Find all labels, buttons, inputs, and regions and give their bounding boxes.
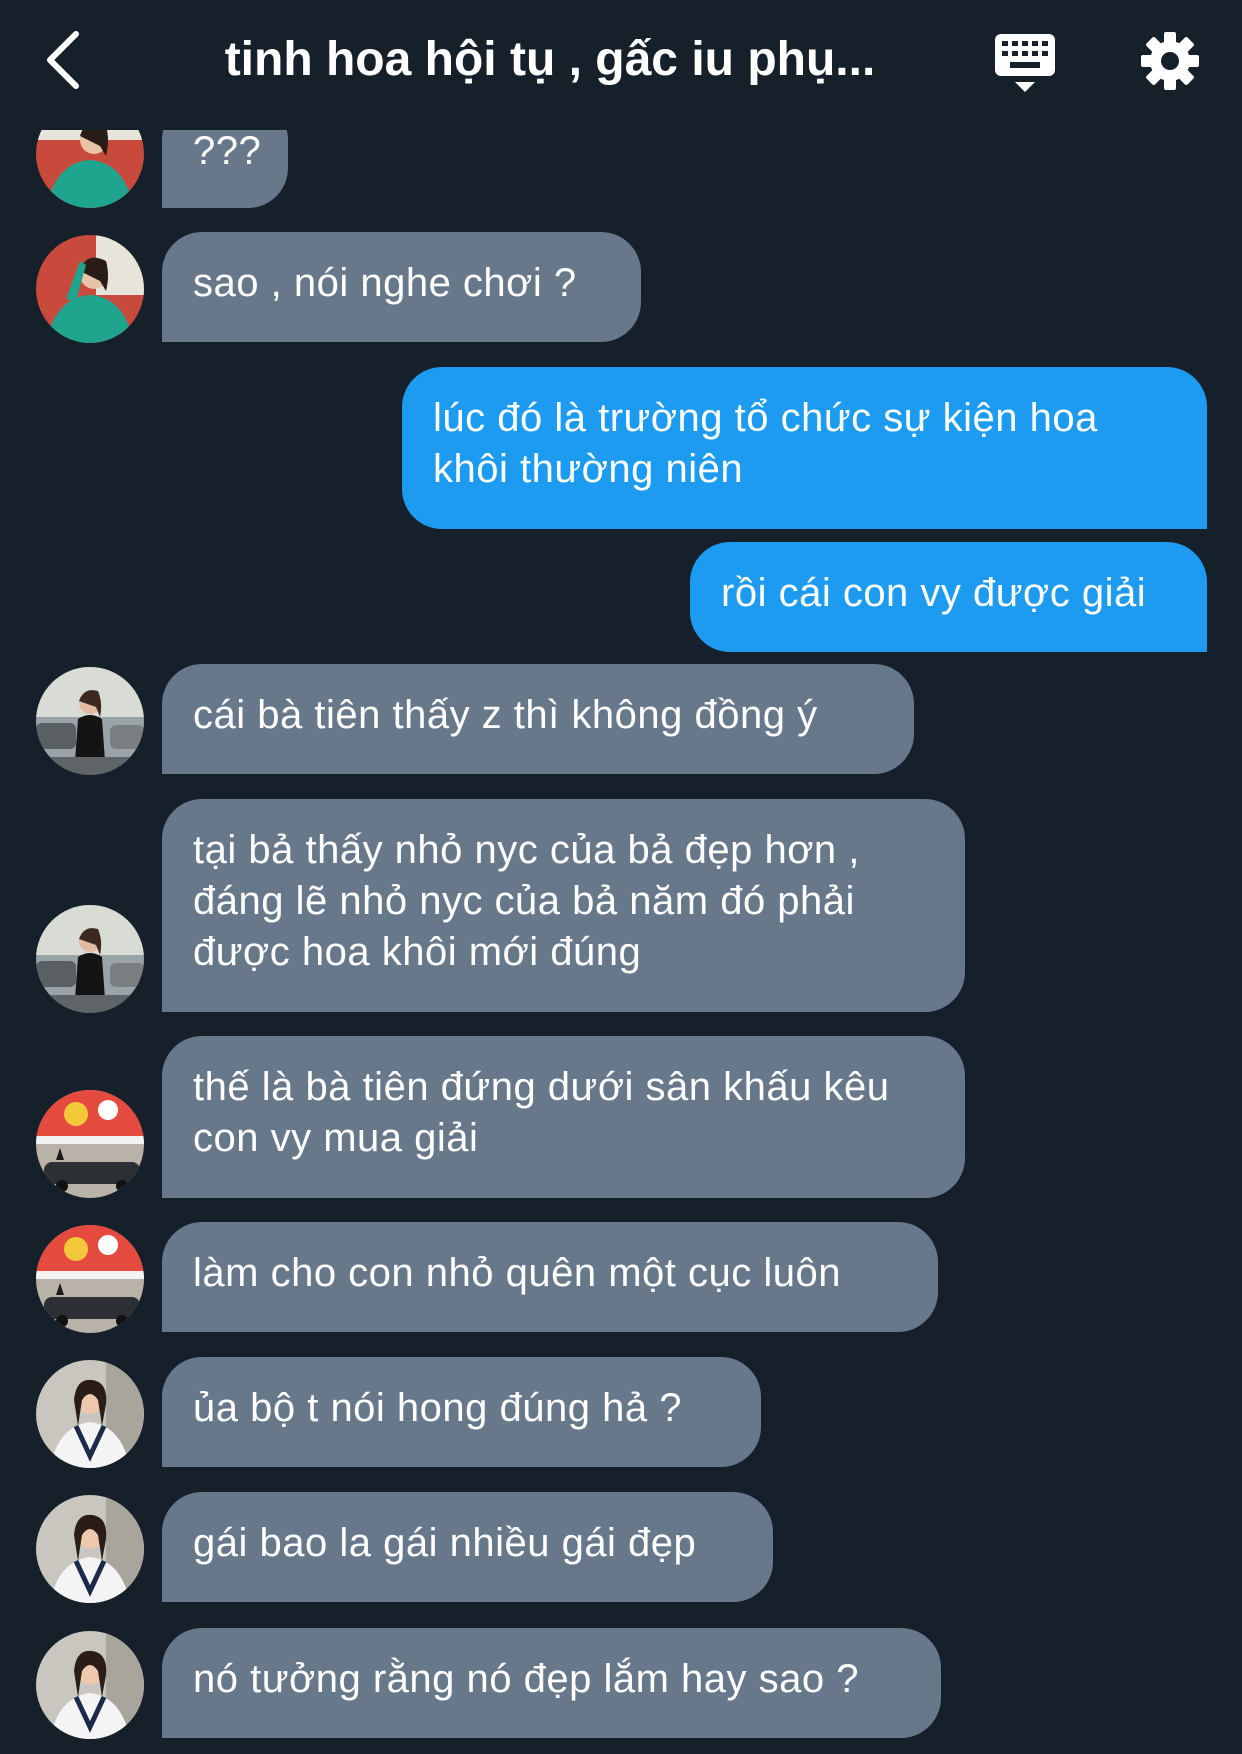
- message-bubble[interactable]: lúc đó là trường tổ chức sự kiện hoa khô…: [402, 367, 1207, 529]
- message-bubble[interactable]: cái bà tiên thấy z thì không đồng ý: [162, 664, 914, 774]
- keyboard-button[interactable]: [993, 30, 1057, 96]
- gear-icon: [1141, 32, 1199, 90]
- message-bubble[interactable]: thế là bà tiên đứng dưới sân khấu kêu co…: [162, 1036, 965, 1198]
- message-bubble[interactable]: làm cho con nhỏ quên một cục luôn: [162, 1222, 938, 1332]
- back-button[interactable]: [40, 28, 90, 92]
- message-text-line: con vy mua giải: [193, 1116, 479, 1160]
- message-text-line: khôi thường niên: [433, 447, 744, 491]
- keyboard-icon: [995, 34, 1055, 92]
- message-text: sao , nói nghe chơi ?: [193, 261, 577, 305]
- message-text: gái bao la gái nhiều gái đẹp: [193, 1521, 697, 1565]
- message-text: rồi cái con vy được giải: [721, 571, 1147, 615]
- chat-header: tinh hoa hội tụ , gấc iu phụ...: [0, 0, 1242, 130]
- avatar[interactable]: [36, 1360, 144, 1468]
- message-bubble[interactable]: gái bao la gái nhiều gái đẹp: [162, 1492, 773, 1602]
- message-text-line: lúc đó là trường tổ chức sự kiện hoa: [433, 396, 1098, 440]
- message-text: cái bà tiên thấy z thì không đồng ý: [193, 693, 818, 737]
- message-text-line: thế là bà tiên đứng dưới sân khấu kêu: [193, 1065, 890, 1109]
- settings-button[interactable]: [1139, 30, 1201, 92]
- avatar[interactable]: [36, 235, 144, 343]
- chevron-left-icon: [47, 31, 79, 89]
- message-text-line: đáng lẽ nhỏ nyc của bả năm đó phải: [193, 879, 855, 923]
- message-text: làm cho con nhỏ quên một cục luôn: [193, 1251, 842, 1295]
- avatar[interactable]: [36, 1631, 144, 1739]
- message-text: ủa bộ t nói hong đúng hả ?: [193, 1386, 682, 1430]
- avatar[interactable]: [36, 1225, 144, 1333]
- avatar[interactable]: [36, 667, 144, 775]
- conversation-title[interactable]: tinh hoa hội tụ , gấc iu phụ...: [170, 28, 930, 92]
- message-bubble[interactable]: nó tưởng rằng nó đẹp lắm hay sao ?: [162, 1628, 941, 1738]
- message-text: ???: [193, 129, 262, 173]
- message-bubble[interactable]: sao , nói nghe chơi ?: [162, 232, 641, 342]
- message-bubble[interactable]: rồi cái con vy được giải: [690, 542, 1207, 652]
- message-text-line: được hoa khôi mới đúng: [193, 930, 642, 974]
- avatar[interactable]: [36, 1090, 144, 1198]
- message-text: nó tưởng rằng nó đẹp lắm hay sao ?: [193, 1657, 859, 1701]
- avatar[interactable]: [36, 905, 144, 1013]
- avatar[interactable]: [36, 1495, 144, 1603]
- message-bubble[interactable]: tại bả thấy nhỏ nyc của bả đẹp hơn , đán…: [162, 799, 965, 1012]
- message-text-line: tại bả thấy nhỏ nyc của bả đẹp hơn ,: [193, 828, 860, 872]
- message-bubble[interactable]: ủa bộ t nói hong đúng hả ?: [162, 1357, 761, 1467]
